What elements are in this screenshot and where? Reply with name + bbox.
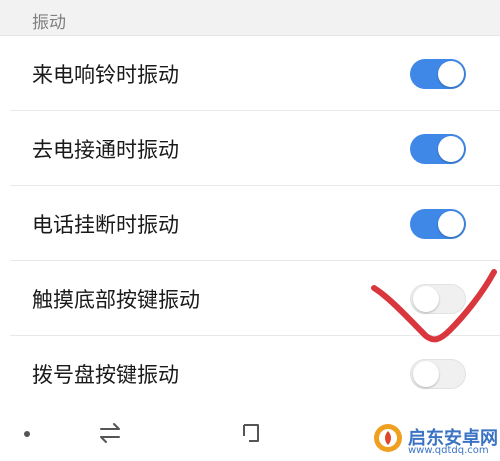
setting-row-hangup-vibrate[interactable]: 电话挂断时振动	[0, 186, 500, 261]
watermark-logo: 启东安卓网 www.qdtdq.com	[372, 420, 500, 461]
toggle-switch-on[interactable]	[410, 58, 466, 89]
swap-arrows-icon[interactable]	[90, 415, 130, 451]
toggle-switch-off[interactable]	[410, 358, 466, 389]
setting-label: 触摸底部按键振动	[32, 287, 200, 312]
setting-label: 拨号盘按键振动	[32, 362, 179, 387]
setting-row-bottom-keys-vibrate[interactable]: 触摸底部按键振动	[0, 261, 500, 336]
setting-row-dialpad-vibrate[interactable]: 拨号盘按键振动	[0, 336, 500, 411]
toggle-knob	[413, 360, 439, 387]
setting-row-incoming-call-vibrate[interactable]: 来电响铃时振动	[0, 36, 500, 111]
watermark-url: www.qdtdq.com	[408, 445, 489, 456]
toggle-knob	[438, 210, 464, 237]
watermark-icon	[374, 424, 402, 452]
setting-label: 来电响铃时振动	[32, 62, 179, 87]
toggle-switch-off[interactable]	[410, 283, 466, 314]
toggle-switch-on[interactable]	[410, 208, 466, 239]
recent-apps-icon[interactable]	[231, 415, 271, 451]
toggle-knob	[438, 60, 464, 87]
dot-icon[interactable]	[8, 415, 48, 451]
setting-row-outgoing-connected-vibrate[interactable]: 去电接通时振动	[0, 111, 500, 186]
setting-label: 去电接通时振动	[32, 137, 179, 162]
toggle-switch-on[interactable]	[410, 133, 466, 164]
section-title: 振动	[32, 13, 66, 33]
toggle-knob	[438, 135, 464, 162]
setting-label: 电话挂断时振动	[32, 212, 179, 237]
section-header-vibration: 振动	[0, 0, 500, 36]
toggle-knob	[413, 285, 439, 312]
